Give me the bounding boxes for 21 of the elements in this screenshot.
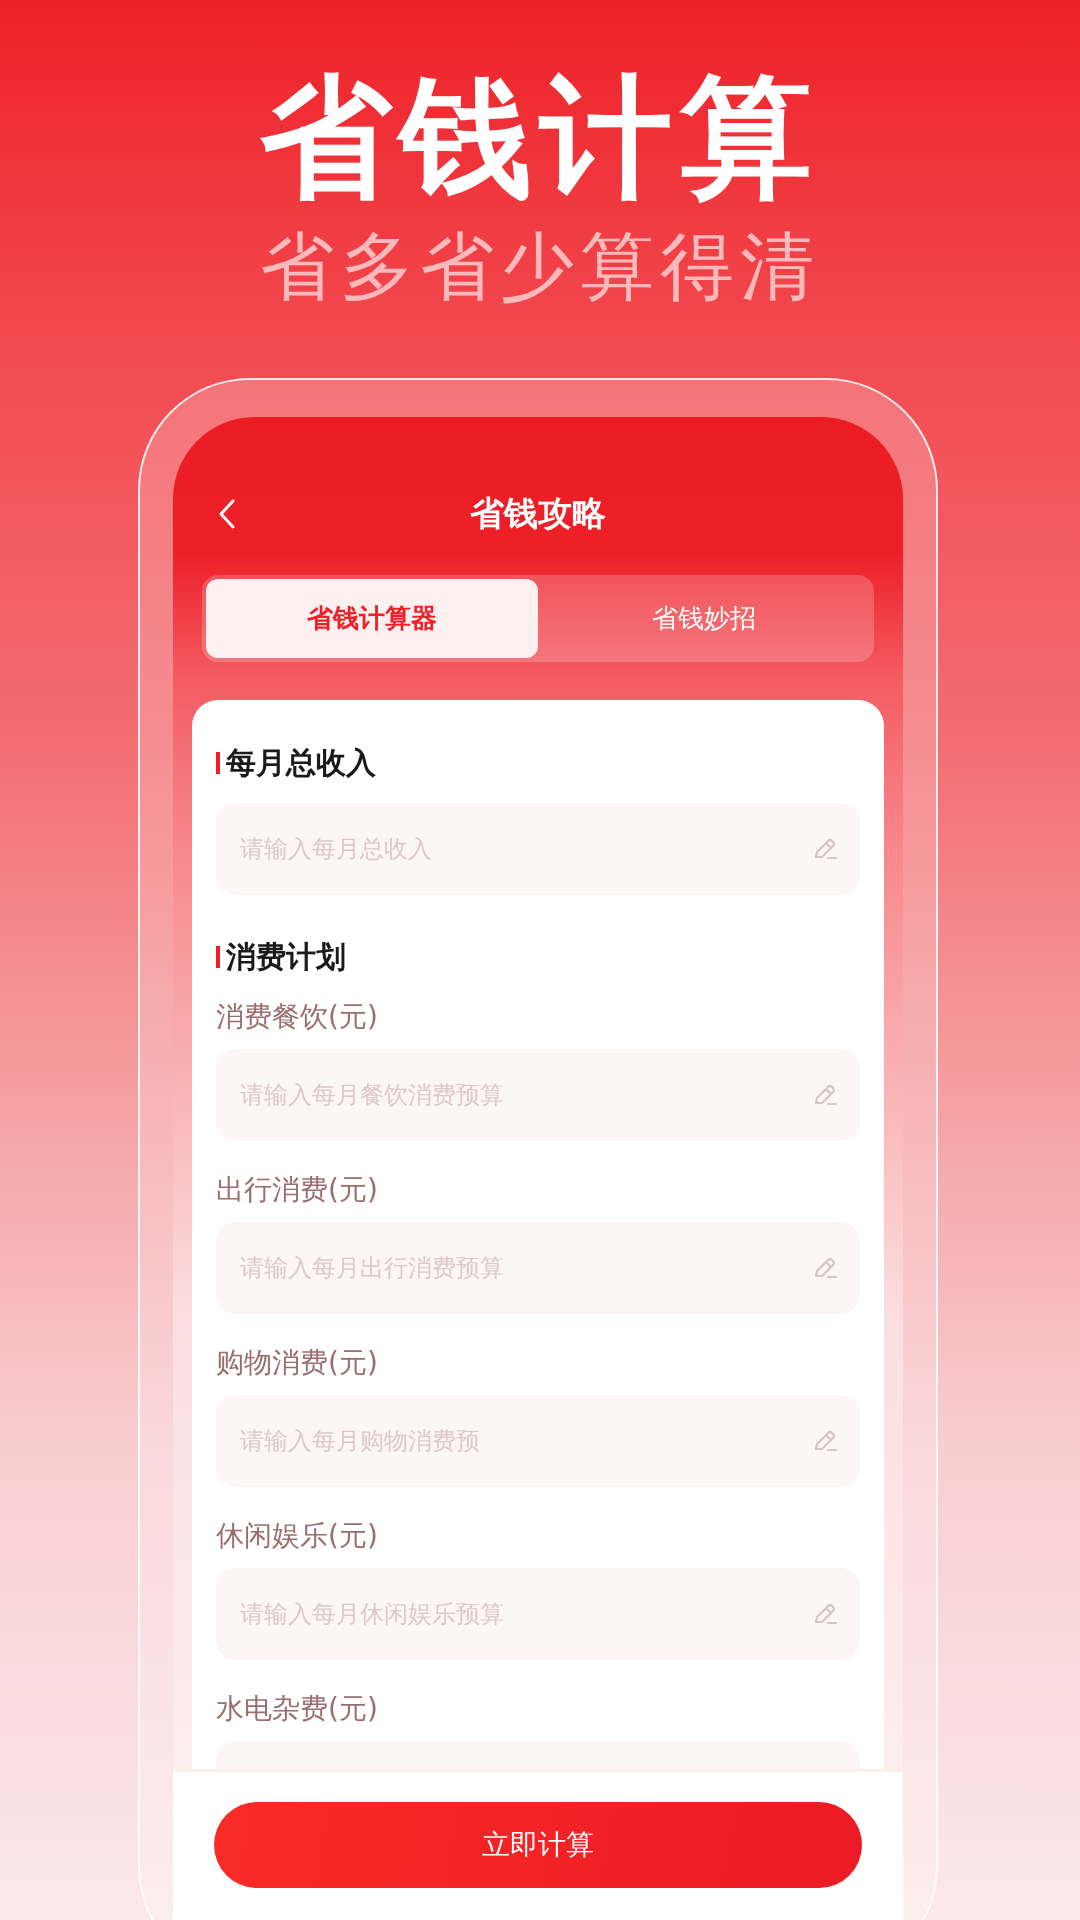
pencil-icon xyxy=(812,1601,838,1627)
field-label: 水电杂费(元) xyxy=(216,1691,379,1727)
section-title: 消费计划 xyxy=(226,937,346,976)
screen-title: 省钱攻略 xyxy=(470,492,606,535)
section-title: 每月总收入 xyxy=(226,743,376,782)
pencil-icon xyxy=(812,836,838,862)
section-marker xyxy=(216,752,220,774)
section-marker xyxy=(216,946,220,968)
back-icon[interactable] xyxy=(217,498,237,530)
pencil-icon xyxy=(812,1082,838,1108)
pencil-icon xyxy=(812,1428,838,1454)
hero-subtitle: 省多省少算得清 xyxy=(260,222,820,311)
field-label: 购物消费(元) xyxy=(216,1345,379,1381)
pencil-icon xyxy=(812,1255,838,1281)
field-label: 出行消费(元) xyxy=(216,1172,379,1208)
calculate-button[interactable]: 立即计算 xyxy=(214,1802,862,1888)
field-label: 消费餐饮(元) xyxy=(216,999,379,1035)
hero-title: 省钱计算 xyxy=(260,62,820,212)
field-label: 休闲娱乐(元) xyxy=(216,1518,379,1554)
tab[interactable]: 省钱妙招 xyxy=(538,579,870,658)
tab[interactable]: 省钱计算器 xyxy=(206,579,538,658)
